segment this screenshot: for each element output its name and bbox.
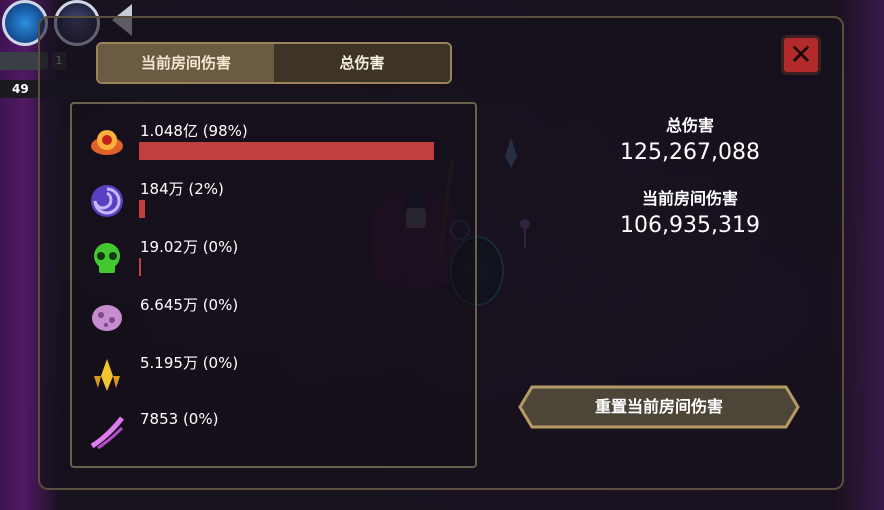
tab-current-room-damage[interactable]: 当前房间伤害: [98, 44, 274, 82]
room-damage-label: 当前房间伤害: [641, 189, 738, 208]
flame-skull-icon: [91, 130, 123, 155]
damage-bar: [139, 200, 145, 218]
total-damage-value: 125,267,088: [620, 140, 760, 165]
gold-crystal-icon: [94, 359, 120, 391]
damage-text: 5.195万 (0%): [140, 354, 239, 372]
damage-text: 184万 (2%): [140, 180, 224, 198]
tab-total-damage[interactable]: 总伤害: [274, 44, 450, 82]
reset-room-damage-button[interactable]: 重置当前房间伤害: [518, 385, 800, 429]
damage-text: 6.645万 (0%): [140, 296, 239, 314]
damage-summary: 总伤害 125,267,088 当前房间伤害 106,935,319: [590, 112, 790, 238]
damage-text: 7853 (0%): [140, 410, 219, 428]
green-skull-icon: [94, 243, 120, 273]
damage-text: 19.02万 (0%): [140, 238, 239, 256]
damage-text: 1.048亿 (98%): [140, 122, 248, 140]
close-button[interactable]: ✕: [781, 35, 821, 75]
damage-tabs: 当前房间伤害 总伤害: [96, 42, 452, 84]
damage-bar: [139, 258, 141, 276]
reset-button-label: 重置当前房间伤害: [594, 397, 723, 416]
total-damage-label: 总伤害: [665, 116, 714, 135]
purple-slash-icon: [90, 416, 124, 450]
pink-blob-icon: [92, 305, 122, 331]
damage-bar: [139, 142, 434, 160]
swirl-orb-icon: [91, 185, 123, 217]
room-damage-value: 106,935,319: [620, 213, 760, 238]
